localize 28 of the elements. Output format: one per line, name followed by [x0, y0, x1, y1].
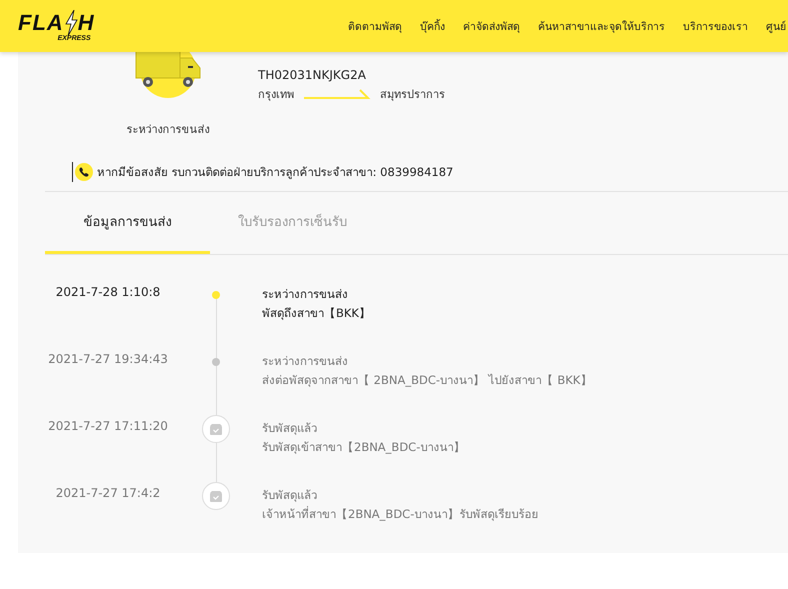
nav-link[interactable]: บริการของเรา — [683, 18, 748, 34]
event-time: 2021-7-28 1:10:8 — [56, 285, 160, 300]
event-time: 2021-7-27 17:4:2 — [56, 486, 160, 500]
event-status: ระหว่างการขนส่ง — [262, 286, 349, 304]
phone-icon — [75, 163, 93, 182]
event-status: รับพัสดุแล้ว — [262, 420, 318, 438]
nav-link[interactable]: ค้นหาสาขาและจุดให้บริการ — [538, 18, 665, 34]
nav-link[interactable]: ค่าจัดส่งพัสดุ — [463, 18, 520, 34]
shipment-status: ระหว่างการขนส่ง — [126, 122, 210, 138]
tracking-number: TH02031NKJKG2A — [258, 68, 367, 82]
event-time: 2021-7-27 19:34:43 — [48, 352, 168, 366]
event-detail: พัสดุถึงสาขา【BKK】 — [262, 305, 372, 322]
event-status: ระหว่างการขนส่ง — [262, 353, 349, 370]
event-time: 2021-7-27 17:11:20 — [48, 419, 168, 434]
lightning-bolt-icon — [64, 10, 78, 36]
contact-note: หากมีข้อสงสัย รบกวนติดต่อฝ่ายบริการลูกค้าประจำสาขา: 0839984187 — [97, 164, 454, 182]
destination-text: สมุทรปราการ — [380, 87, 445, 103]
event-detail: ส่งต่อพัสดุจากสาขา【 2BNA_BDC-บางนา】 ไปยังสาขา【 BKK】 — [262, 372, 594, 390]
logo-text: H — [78, 13, 95, 33]
event-status: รับพัสดุแล้ว — [262, 487, 318, 504]
nav-link[interactable]: ติดตามพัสดุ — [348, 18, 402, 34]
event-detail: เจ้าหน้าที่สาขา【2BNA_BDC-บางนา】รับพัสดุเรียบร้อย — [262, 505, 540, 524]
nav-link[interactable]: ศูนย์ — [766, 18, 786, 34]
logo-text: FLA — [18, 13, 64, 33]
tab[interactable]: ข้อมูลการขนส่ง — [45, 192, 210, 254]
origin-text: กรุงเทพ — [258, 87, 294, 103]
nav-link[interactable]: บุ๊คกิ้ง — [420, 18, 445, 34]
event-detail: รับพัสดุเข้าสาขา【2BNA_BDC-บางนา】 — [262, 439, 466, 456]
